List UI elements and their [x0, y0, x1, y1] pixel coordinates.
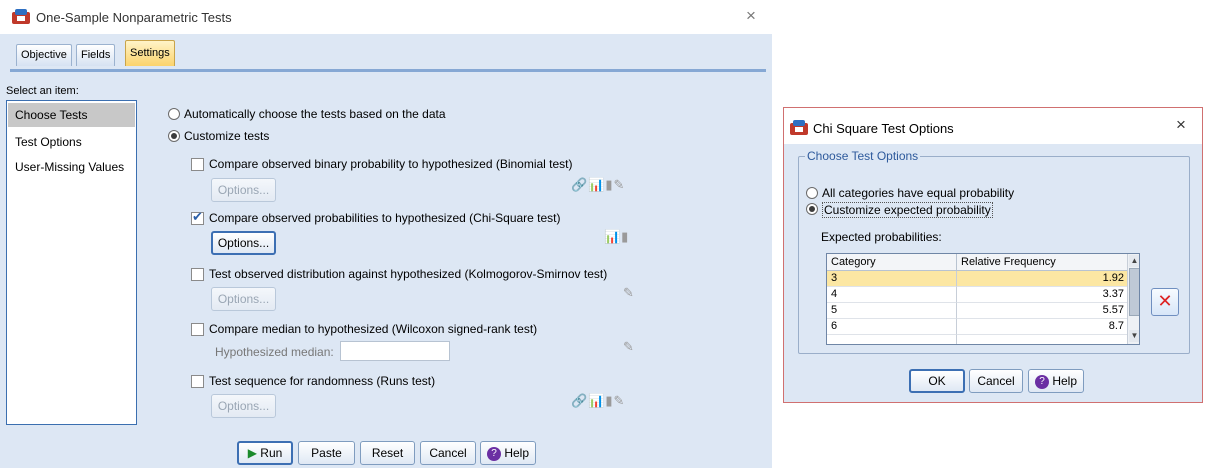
group-title: Choose Test Options: [805, 149, 921, 163]
chi-square-test-checkbox[interactable]: [191, 210, 204, 225]
list-item-test-options[interactable]: Test Options: [8, 130, 135, 154]
help-label: Help: [1052, 374, 1078, 388]
chi-square-field-type-icons: 📊▮: [604, 230, 630, 245]
chi-dialog-body: Choose Test Options All categories have …: [784, 144, 1202, 402]
customize-probability-label: Customize expected probability: [822, 202, 993, 218]
frequency-cell[interactable]: 3.37: [957, 287, 1127, 303]
expected-probabilities-table[interactable]: Category Relative Frequency 3 1.92 4 3.3…: [826, 253, 1140, 345]
expected-probabilities-label: Expected probabilities:: [821, 230, 942, 244]
list-item-user-missing-values[interactable]: User-Missing Values: [8, 155, 135, 179]
table-row[interactable]: 3 1.92: [827, 271, 1127, 287]
help-button[interactable]: ? Help: [480, 441, 536, 465]
help-icon: ?: [486, 446, 501, 461]
runs-test-label: Test sequence for randomness (Runs test): [209, 374, 436, 388]
run-button[interactable]: ▶ Run: [237, 441, 293, 465]
scroll-up-icon[interactable]: ▲: [1129, 255, 1139, 267]
tab-settings[interactable]: Settings: [125, 40, 175, 66]
runs-field-type-icons: 🔗📊▮✎: [571, 394, 626, 409]
ks-test-label: Test observed distribution against hypot…: [209, 267, 608, 281]
column-header-category: Category: [827, 254, 957, 271]
hypothesized-median-input[interactable]: [340, 341, 450, 361]
wilcoxon-field-type-icons: ✎: [623, 340, 635, 355]
frequency-cell[interactable]: 5.57: [957, 303, 1127, 319]
equal-probability-radio[interactable]: [806, 187, 818, 199]
scroll-down-icon[interactable]: ▼: [1129, 330, 1139, 342]
customize-tests-label: Customize tests: [184, 129, 270, 143]
category-cell[interactable]: 6: [827, 319, 957, 335]
tab-objective[interactable]: Objective: [16, 44, 72, 66]
binomial-field-type-icons: 🔗📊▮✎: [571, 178, 626, 193]
runs-test-checkbox[interactable]: [191, 375, 204, 388]
chi-cancel-button[interactable]: Cancel: [969, 369, 1023, 393]
item-list: Choose Tests Test Options User-Missing V…: [6, 100, 137, 425]
category-cell[interactable]: 5: [827, 303, 957, 319]
chi-dialog-title-bar: Chi Square Test Options ×: [784, 108, 1202, 144]
frequency-cell[interactable]: [957, 335, 1127, 344]
category-cell[interactable]: 4: [827, 287, 957, 303]
binomial-test-checkbox[interactable]: [191, 158, 204, 171]
table-row[interactable]: [827, 335, 1127, 344]
wilcoxon-test-label: Compare median to hypothesized (Wilcoxon…: [209, 322, 538, 336]
chi-square-options-button[interactable]: Options...: [211, 231, 276, 255]
run-label: Run: [260, 446, 283, 460]
auto-choose-radio[interactable]: [168, 108, 180, 120]
table-row[interactable]: 5 5.57: [827, 303, 1127, 319]
help-icon: ?: [1034, 374, 1049, 389]
chi-square-test-label: Compare observed probabilities to hypoth…: [209, 211, 561, 225]
hypothesized-median-label: Hypothesized median:: [215, 345, 334, 359]
delete-x-icon: ✕: [1157, 291, 1173, 311]
play-icon: ▶: [247, 446, 257, 460]
close-icon[interactable]: ×: [741, 6, 761, 26]
app-icon: [12, 9, 30, 24]
list-item-choose-tests[interactable]: Choose Tests: [8, 103, 135, 127]
wilcoxon-test-checkbox[interactable]: [191, 323, 204, 336]
chi-dialog-title: Chi Square Test Options: [813, 121, 954, 136]
category-cell[interactable]: 3: [827, 271, 957, 287]
main-title-bar: One-Sample Nonparametric Tests ×: [0, 0, 780, 34]
chi-help-button[interactable]: ? Help: [1028, 369, 1084, 393]
reset-button[interactable]: Reset: [360, 441, 415, 465]
equal-probability-label: All categories have equal probability: [822, 186, 1015, 200]
tab-fields[interactable]: Fields: [76, 44, 116, 66]
close-icon[interactable]: ×: [1176, 115, 1186, 135]
category-cell[interactable]: [827, 335, 957, 344]
tab-bar: Objective Fields Settings: [0, 34, 772, 72]
delete-row-button[interactable]: ✕: [1151, 288, 1179, 316]
table-scrollbar[interactable]: ▲ ▼: [1127, 254, 1139, 344]
ks-options-button[interactable]: Options...: [211, 287, 276, 311]
binomial-options-button[interactable]: Options...: [211, 178, 276, 202]
auto-choose-label: Automatically choose the tests based on …: [184, 107, 446, 121]
table-row[interactable]: 4 3.37: [827, 287, 1127, 303]
customize-probability-radio[interactable]: [806, 203, 818, 215]
main-window-title: One-Sample Nonparametric Tests: [36, 10, 232, 25]
ks-field-type-icons: ✎: [623, 286, 635, 301]
frequency-cell[interactable]: 8.7: [957, 319, 1127, 335]
customize-tests-radio[interactable]: [168, 130, 180, 142]
binomial-test-label: Compare observed binary probability to h…: [209, 157, 573, 171]
select-item-label: Select an item:: [6, 85, 79, 97]
ok-button[interactable]: OK: [909, 369, 965, 393]
frequency-cell[interactable]: 1.92: [957, 271, 1127, 287]
help-label: Help: [504, 446, 530, 460]
table-row[interactable]: 6 8.7: [827, 319, 1127, 335]
scroll-thumb[interactable]: [1129, 268, 1139, 316]
app-icon: [790, 120, 808, 135]
chi-square-dialog: Chi Square Test Options × Choose Test Op…: [783, 107, 1203, 403]
runs-options-button[interactable]: Options...: [211, 394, 276, 418]
column-header-relative-frequency: Relative Frequency: [957, 254, 1127, 271]
ks-test-checkbox[interactable]: [191, 268, 204, 281]
cancel-button[interactable]: Cancel: [420, 441, 476, 465]
paste-button[interactable]: Paste: [298, 441, 355, 465]
